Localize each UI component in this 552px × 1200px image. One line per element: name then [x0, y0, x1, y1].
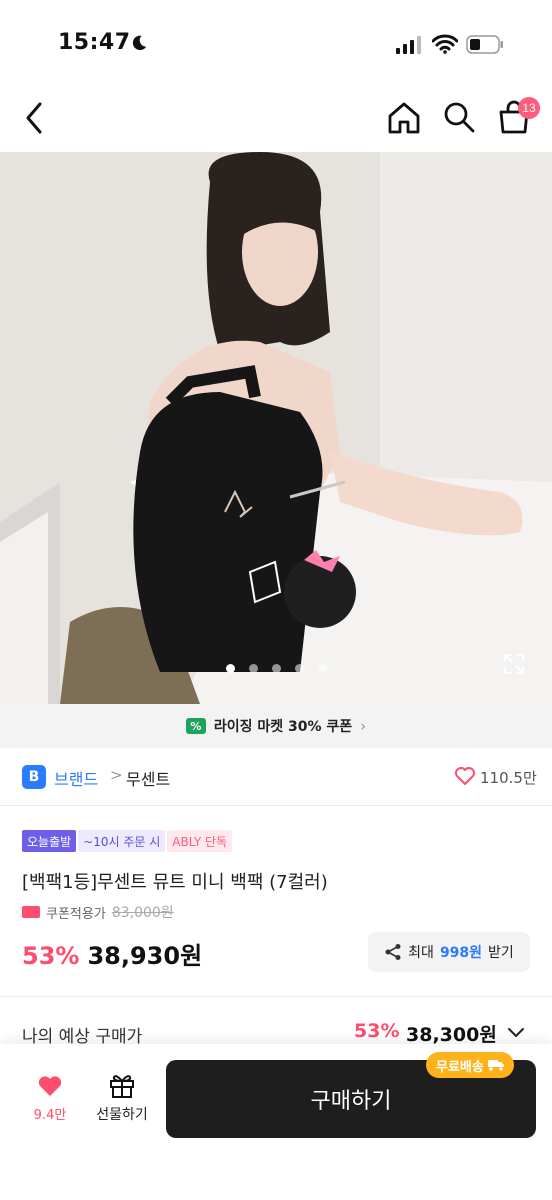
product-photo [0, 152, 552, 704]
sale-price: 38,930원 [87, 942, 203, 970]
wifi-icon [432, 34, 458, 54]
coupon-banner[interactable]: % 라이징 마켓 30% 쿠폰 › [0, 704, 552, 748]
reward-amount: 998원 [439, 945, 483, 961]
expand-icon[interactable] [502, 652, 526, 676]
chevron-right-icon: > [110, 766, 123, 784]
share-icon [385, 944, 401, 960]
estimated-price: 38,300원 [406, 1024, 497, 1046]
reward-button[interactable]: 최대 998원 받기 [368, 932, 530, 972]
like-button[interactable]: 9.4만 [22, 1074, 78, 1134]
price-row: 53% 38,930원 [22, 936, 202, 971]
coupon-ticket-icon: % [185, 718, 206, 734]
back-icon[interactable] [20, 100, 48, 136]
heart-filled-icon [38, 1076, 62, 1096]
status-bar: 15:47 [0, 0, 552, 84]
chevron-right-icon: › [360, 717, 367, 735]
brand-name[interactable]: 무센트 [126, 766, 170, 790]
gallery-dot[interactable] [271, 664, 281, 673]
tag-order-time: ~10시 주문 시 [78, 830, 166, 852]
product-image[interactable] [0, 152, 552, 704]
gift-label: 선물하기 [96, 1107, 148, 1123]
heart-outline-icon[interactable] [454, 766, 476, 786]
signal-icon [396, 36, 421, 54]
gift-icon [110, 1075, 134, 1098]
brand-badge: B [22, 765, 46, 789]
free-shipping-badge: 무료배송 [426, 1052, 514, 1078]
cart-badge: 13 [518, 97, 540, 119]
estimated-discount: 53% [354, 1020, 400, 1042]
gallery-dot[interactable] [248, 664, 258, 673]
original-price: 83,000원 [111, 905, 174, 921]
moon-icon [132, 35, 147, 51]
search-icon[interactable] [442, 100, 476, 134]
product-tags: 오늘출발 ~10시 주문 시 ABLY 단독 [22, 830, 233, 852]
brand-row[interactable]: B 브랜드 > 무센트 110.5만 [0, 748, 552, 806]
like-button-count: 9.4만 [33, 1108, 67, 1123]
gallery-dot[interactable] [225, 664, 235, 673]
battery-icon [466, 35, 503, 54]
free-shipping-label: 무료배송 [436, 1059, 484, 1075]
reward-prefix: 최대 [408, 945, 434, 961]
chevron-down-icon[interactable] [506, 1022, 526, 1042]
gallery-dots [0, 664, 552, 678]
reward-suffix: 받기 [488, 945, 514, 961]
status-time: 15:47 [58, 30, 131, 55]
gift-button[interactable]: 선물하기 [88, 1072, 156, 1134]
section-divider [0, 996, 552, 997]
like-count: 110.5만 [480, 769, 537, 787]
coupon-ticket-icon [22, 906, 40, 918]
coupon-banner-text: 라이징 마켓 30% 쿠폰 [213, 719, 353, 735]
home-icon[interactable] [386, 100, 422, 136]
gallery-dot[interactable] [294, 664, 304, 673]
discount-rate: 53% [22, 942, 80, 970]
brand-label[interactable]: 브랜드 [54, 766, 98, 790]
gallery-dot[interactable] [317, 664, 327, 673]
coupon-price-row: 쿠폰적용가 83,000원 [22, 902, 174, 922]
truck-icon [487, 1060, 504, 1071]
bottom-action-bar: 9.4만 선물하기 구매하기 무료배송 [0, 1044, 552, 1200]
tag-today-ship: 오늘출발 [22, 830, 77, 852]
coupon-price-label: 쿠폰적용가 [46, 906, 106, 922]
tag-ably-exclusive: ABLY 단독 [167, 830, 233, 852]
product-name: [백팩1등]무센트 뮤트 미니 백팩 (7컬러) [22, 872, 328, 893]
nav-bar [0, 84, 552, 152]
